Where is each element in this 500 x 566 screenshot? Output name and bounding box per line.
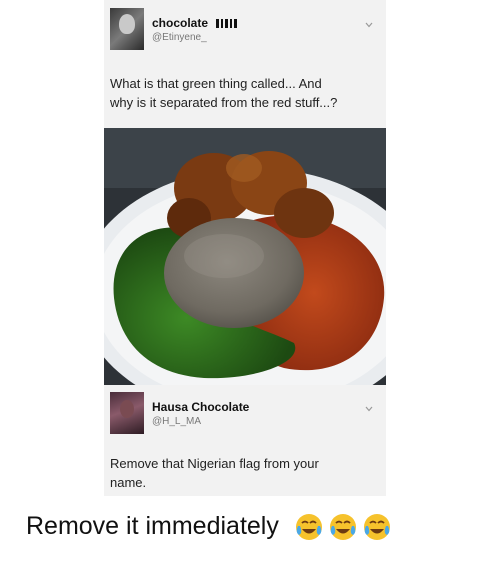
caption-text: Remove it immediately bbox=[26, 512, 279, 540]
chevron-down-icon[interactable] bbox=[364, 404, 374, 414]
tweet-text-line: why is it separated from the red stuff..… bbox=[110, 95, 338, 110]
tweet-text-line: What is that green thing called... And bbox=[110, 76, 322, 91]
food-photo[interactable] bbox=[104, 128, 386, 385]
user-handle[interactable]: @Etinyene_ bbox=[152, 32, 207, 43]
display-name[interactable]: chocolate bbox=[152, 16, 208, 30]
meme-card: chocolate @Etinyene_ What is that green … bbox=[104, 0, 386, 496]
caption: Remove it immediately bbox=[26, 512, 392, 542]
chevron-down-icon[interactable] bbox=[364, 20, 374, 30]
display-name-wrap[interactable]: chocolate bbox=[152, 16, 238, 30]
user-handle[interactable]: @H_L_MA bbox=[152, 416, 201, 427]
display-name[interactable]: Hausa Chocolate bbox=[152, 400, 249, 414]
food-image bbox=[104, 128, 386, 385]
avatar[interactable] bbox=[110, 392, 144, 434]
tweet-text-line: name. bbox=[110, 475, 147, 490]
tweet-header: Hausa Chocolate @H_L_MA bbox=[110, 392, 380, 436]
face-with-tears-of-joy-icon bbox=[363, 514, 390, 541]
face-with-tears-of-joy-icon bbox=[329, 514, 356, 541]
tweet-header: chocolate @Etinyene_ bbox=[110, 8, 380, 52]
tweet-text: Remove that Nigerian flag from your name… bbox=[110, 454, 386, 492]
tweet-text: What is that green thing called... And w… bbox=[110, 74, 386, 112]
flag-icon bbox=[216, 19, 238, 29]
face-with-tears-of-joy-icon bbox=[295, 514, 322, 541]
avatar[interactable] bbox=[110, 8, 144, 50]
tweet-text-line: Remove that Nigerian flag from your bbox=[110, 456, 319, 471]
emoji-group bbox=[294, 512, 392, 542]
